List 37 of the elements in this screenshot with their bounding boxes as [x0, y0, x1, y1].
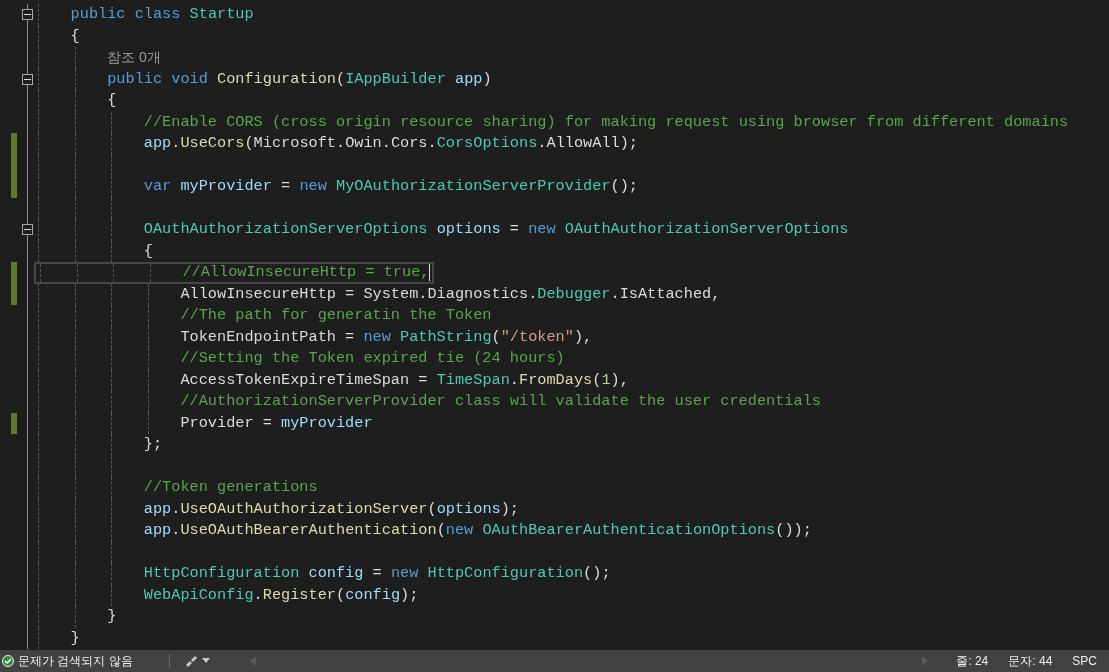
code-line: OAuthAuthorizationServerOptions options = new OAuthAuthorizationServerOptions — [143, 219, 849, 241]
code-line: AccessTokenExpireTimeSpan = TimeSpan.FromDays(1), — [180, 369, 629, 391]
code-line: } — [107, 606, 117, 628]
change-marker — [11, 412, 17, 434]
collapse-toggle[interactable] — [22, 73, 33, 85]
codelens-reference[interactable]: 참조 0개 — [107, 46, 161, 69]
code-comment: //Enable CORS (cross origin resource sharing) for making request using browser from different domains — [143, 111, 1069, 133]
code-comment: //The path for generatin the Token — [180, 305, 492, 327]
code-comment: //Setting the Token expired tie (24 hours) — [180, 348, 565, 370]
issues-status[interactable]: 문제가 검색되지 않음 — [18, 652, 133, 670]
code-line: } — [70, 627, 80, 649]
code-line: public void Configuration(IAppBuilder app) — [107, 68, 492, 90]
code-line: Provider = myProvider — [180, 412, 373, 434]
code-line: app.UseCors(Microsoft.Owin.Cors.CorsOptions.AllowAll); — [143, 133, 638, 155]
whitespace-mode-status[interactable]: SPC — [1072, 652, 1097, 670]
collapse-toggle[interactable] — [22, 9, 33, 21]
code-line: { — [70, 25, 80, 47]
code-line: TokenEndpointPath = new PathString("/token"), — [180, 326, 593, 348]
code-line: { — [107, 90, 117, 112]
caret-icon[interactable] — [201, 658, 210, 664]
code-line: HttpConfiguration config = new HttpConfiguration(); — [143, 563, 611, 585]
code-line: }; — [143, 434, 163, 456]
code-line: app.UseOAuthAuthorizationServer(options); — [143, 498, 520, 520]
code-line: var myProvider = new MyOAuthorizationServerProvider(); — [143, 176, 638, 198]
code-comment: //AuthorizationServerProvider class will validate the user credentials — [180, 391, 821, 413]
code-line: WebApiConfig.Register(config); — [143, 584, 419, 606]
code-comment: //AllowInsecureHttp = true, — [182, 262, 430, 284]
code-line: app.UseOAuthBearerAuthentication(new OAuthBearerAuthenticationOptions()); — [143, 520, 812, 542]
code-line: public class Startup — [70, 4, 254, 26]
code-line: { — [143, 240, 153, 262]
check-icon — [2, 655, 14, 667]
code-line: AllowInsecureHttp = System.Diagnostics.Debugger.IsAttached, — [180, 283, 721, 305]
code-comment: //Token generations — [143, 477, 318, 499]
collapse-toggle[interactable] — [22, 224, 33, 236]
text-cursor — [429, 264, 431, 282]
line-number-status: 줄: 24 — [956, 653, 989, 670]
column-status: 문자: 44 — [1008, 653, 1053, 670]
